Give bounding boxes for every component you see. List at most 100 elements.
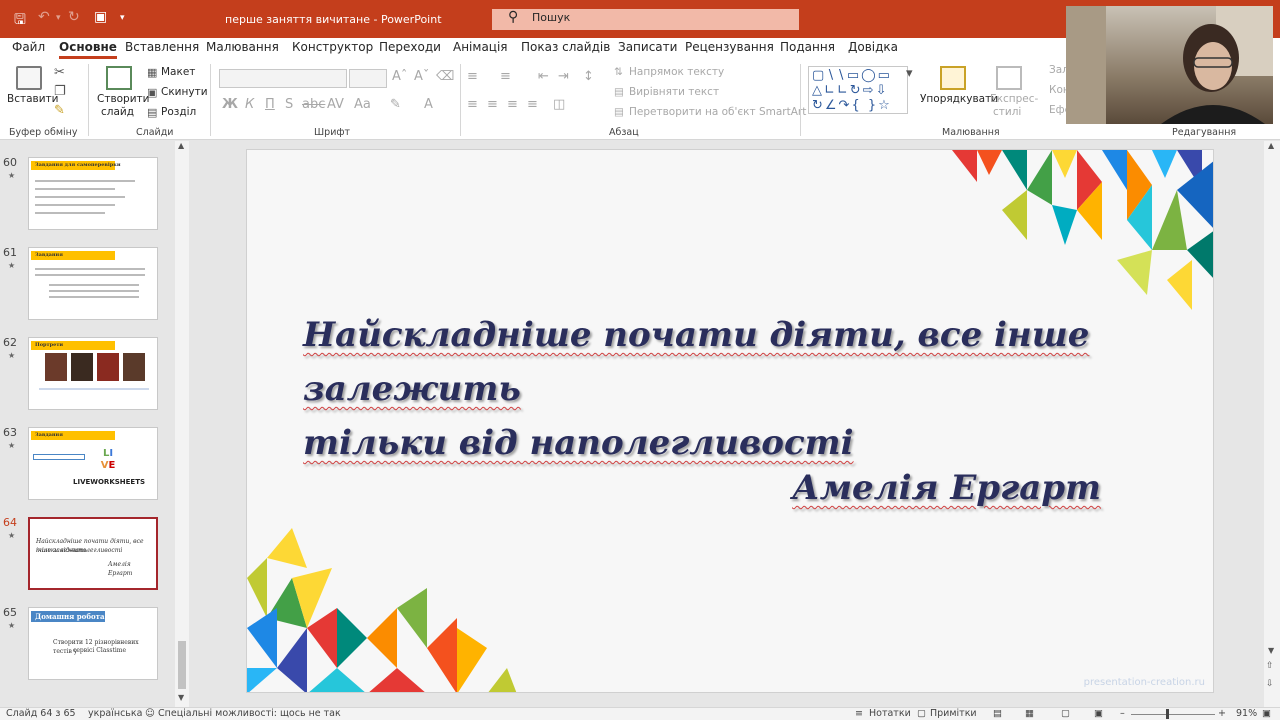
text-direction-button[interactable]: Напрямок тексту [629, 66, 724, 78]
quick-styles-icon[interactable] [996, 66, 1022, 90]
customize-qat-icon[interactable]: ▾ [120, 13, 125, 23]
char-spacing-icon[interactable]: AV [327, 97, 344, 112]
shapes-gallery[interactable]: ▢∖∖▭◯▭ △∟∟↻⇨⇩ ↻∠↷{ }☆ [808, 66, 908, 114]
notes-button[interactable]: Нотатки [869, 708, 911, 719]
section-button[interactable]: Розділ [161, 106, 196, 118]
zoom-slider[interactable] [1131, 714, 1215, 715]
align-left-icon[interactable]: ≡ [467, 97, 478, 112]
slide-author[interactable]: Амелія Ергарт [792, 468, 1101, 508]
increase-font-icon[interactable]: Aˆ [392, 69, 407, 84]
tab-help[interactable]: Довідка [848, 40, 898, 54]
strikethrough-icon[interactable]: abc [302, 97, 325, 112]
scrollbar-thumb[interactable] [178, 641, 186, 689]
align-right-icon[interactable]: ≡ [507, 97, 518, 112]
thumb-line [39, 388, 149, 390]
slide-quote[interactable]: Найскладніше почати діяти, все інше зале… [303, 308, 1143, 470]
slide-sorter-icon[interactable]: ▦ [1025, 708, 1034, 719]
fit-to-window-icon[interactable]: ▣ [1262, 708, 1271, 719]
shapes-more-icon[interactable]: ▾ [906, 66, 913, 81]
font-color-icon[interactable]: A [424, 97, 433, 112]
tab-file[interactable]: Файл [12, 40, 45, 54]
scroll-up-icon[interactable]: ▲ [178, 141, 184, 150]
new-slide-label-2[interactable]: слайд [101, 106, 134, 118]
accessibility-status[interactable]: Спеціальні можливості: щось не так [158, 708, 341, 719]
scroll-down-icon[interactable]: ▼ [178, 693, 184, 702]
thumbnail-scrollbar[interactable]: ▲ ▼ [175, 141, 189, 707]
decrease-indent-icon[interactable]: ⇤ [538, 69, 549, 84]
paste-button[interactable]: Вставити [7, 93, 58, 105]
arrange-button[interactable]: Упорядкувати [920, 93, 998, 105]
shadow-icon[interactable]: S [285, 97, 293, 112]
cut-icon[interactable]: ✂ [54, 65, 65, 80]
bullets-icon[interactable]: ≡ [467, 69, 478, 84]
next-slide-icon[interactable]: ⇩ [1266, 679, 1274, 689]
tab-record[interactable]: Записати [618, 40, 677, 54]
align-center-icon[interactable]: ≡ [487, 97, 498, 112]
font-size-combo[interactable] [349, 69, 387, 88]
tab-animations[interactable]: Анімація [453, 40, 508, 54]
quick-styles-label-1[interactable]: Експрес- [990, 93, 1038, 105]
tab-transitions[interactable]: Переходи [379, 40, 441, 54]
justify-icon[interactable]: ≡ [527, 97, 538, 112]
thumb-number: 60 [3, 156, 17, 169]
tab-review[interactable]: Рецензування [685, 40, 774, 54]
decrease-font-icon[interactable]: Aˇ [414, 69, 429, 84]
undo-dropdown-icon[interactable]: ▾ [56, 13, 61, 23]
zoom-slider-thumb[interactable] [1166, 709, 1169, 719]
italic-icon[interactable]: К [245, 97, 254, 112]
language-indicator[interactable]: українська [88, 708, 142, 719]
smartart-button[interactable]: Перетворити на об'єкт SmartArt [629, 106, 806, 118]
change-case-icon[interactable]: Aa [354, 97, 371, 112]
font-family-combo[interactable] [219, 69, 347, 88]
zoom-in-icon[interactable]: + [1218, 708, 1226, 719]
tab-design[interactable]: Конструктор [292, 40, 373, 54]
copy-icon[interactable]: ❐ [54, 84, 66, 99]
slide-thumbnail-60[interactable]: Завдання для самоперевірки [28, 157, 158, 230]
comments-button[interactable]: Примітки [930, 708, 977, 719]
tab-home[interactable]: Основне [59, 40, 117, 59]
reading-view-icon[interactable]: ▢ [1061, 708, 1070, 719]
tab-view[interactable]: Подання [780, 40, 835, 54]
normal-view-icon[interactable]: ▤ [993, 708, 1002, 719]
slide-thumbnail-62[interactable]: Портрети [28, 337, 158, 410]
tab-draw[interactable]: Малювання [206, 40, 279, 54]
quick-styles-label-2[interactable]: стилі [993, 106, 1021, 118]
portrait-image [123, 353, 145, 381]
prev-slide-icon[interactable]: ⇧ [1266, 661, 1274, 671]
slide-thumbnail-64[interactable]: Найскладніше почати діяти, все інше зале… [28, 517, 158, 590]
present-icon[interactable]: ▣ [94, 9, 107, 25]
portrait-image [71, 353, 93, 381]
save-icon[interactable]: 🖫 [14, 9, 26, 33]
current-slide[interactable]: Найскладніше почати діяти, все інше зале… [246, 149, 1214, 693]
layout-button[interactable]: Макет [161, 66, 195, 78]
numbering-icon[interactable]: ≡ [500, 69, 511, 84]
align-text-button[interactable]: Вирівняти текст [629, 86, 719, 98]
new-slide-label-1[interactable]: Створити [97, 93, 150, 105]
slideshow-icon[interactable]: ▣ [1094, 708, 1103, 719]
redo-icon[interactable]: ↻ [68, 9, 80, 25]
slide-thumbnail-63[interactable]: Завдання LI VE LIVEWORKSHEETS [28, 427, 158, 500]
increase-indent-icon[interactable]: ⇥ [558, 69, 569, 84]
editor-scrollbar[interactable]: ▲ ▼ ⇧ ⇩ [1264, 141, 1280, 707]
clear-format-icon[interactable]: ⌫ [436, 69, 454, 84]
arrange-icon[interactable] [940, 66, 966, 90]
new-slide-icon[interactable] [106, 66, 132, 90]
scroll-down-icon[interactable]: ▼ [1268, 646, 1274, 655]
columns-icon[interactable]: ◫ [553, 97, 565, 112]
tab-slideshow[interactable]: Показ слайдів [521, 40, 610, 54]
slide-thumbnail-61[interactable]: Завдання [28, 247, 158, 320]
zoom-level[interactable]: 91% [1236, 708, 1257, 719]
underline-icon[interactable]: П [265, 97, 275, 112]
reset-button[interactable]: Скинути [161, 86, 208, 98]
paste-icon[interactable] [16, 66, 42, 90]
format-painter-icon[interactable]: ✎ [54, 103, 65, 118]
zoom-out-icon[interactable]: – [1120, 708, 1125, 719]
search-box[interactable]: ⚲ Пошук [492, 9, 799, 30]
bold-icon[interactable]: Ж [222, 97, 238, 112]
highlight-icon[interactable]: ✎ [390, 97, 401, 112]
tab-insert[interactable]: Вставлення [125, 40, 199, 54]
slide-thumbnail-65[interactable]: Домашня робота Створити 12 різнорівневих… [28, 607, 158, 680]
undo-icon[interactable]: ↶ [38, 9, 50, 25]
scroll-up-icon[interactable]: ▲ [1268, 141, 1274, 150]
line-spacing-icon[interactable]: ↕ [583, 69, 594, 84]
